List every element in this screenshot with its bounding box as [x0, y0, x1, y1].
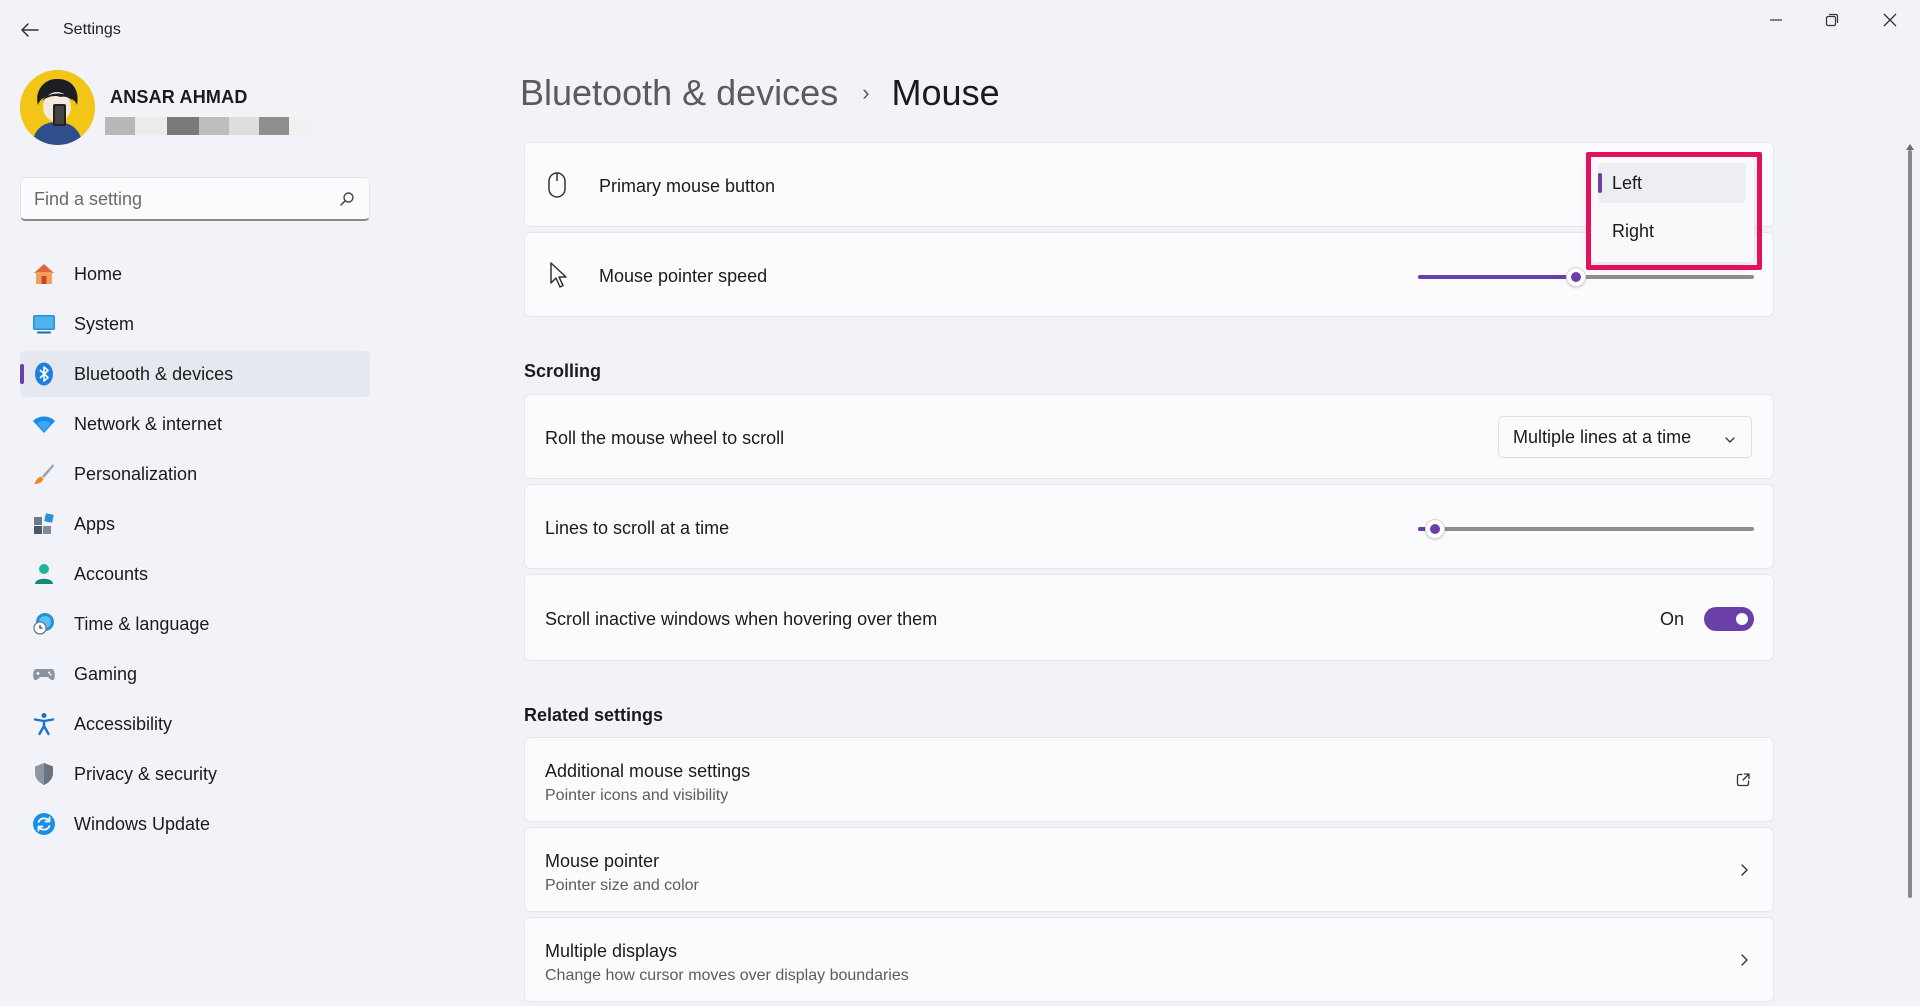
additional-mouse-settings-link[interactable]: Additional mouse settings Pointer icons … [524, 737, 1774, 822]
sidebar-item-privacy-security[interactable]: Privacy & security [20, 751, 370, 797]
sidebar-item-apps[interactable]: Apps [20, 501, 370, 547]
search-input[interactable] [34, 189, 324, 210]
sidebar-item-label: Personalization [74, 463, 198, 484]
sidebar-item-label: Network & internet [74, 413, 223, 434]
external-link-icon [1735, 772, 1751, 788]
sidebar-item-label: System [74, 313, 135, 334]
primary-mouse-button-label: Primary mouse button [599, 176, 776, 196]
annotation-highlight-box [1586, 152, 1762, 270]
sidebar-item-accounts[interactable]: Accounts [20, 551, 370, 597]
bluetooth-icon [32, 362, 56, 386]
close-button[interactable] [1862, 0, 1918, 40]
pointer-speed-label: Mouse pointer speed [599, 266, 768, 286]
sidebar-item-bluetooth-devices[interactable]: Bluetooth & devices [20, 351, 370, 397]
apps-icon [32, 512, 56, 536]
mouse-pointer-link[interactable]: Mouse pointer Pointer size and color [524, 827, 1774, 912]
back-arrow-icon[interactable] [18, 18, 42, 42]
lines-to-scroll-slider[interactable] [1418, 519, 1754, 539]
multiple-displays-link[interactable]: Multiple displays Change how cursor move… [524, 917, 1774, 1002]
window-title: Settings [63, 21, 121, 38]
search-icon[interactable] [339, 191, 355, 207]
title-bar: Settings [0, 0, 1920, 62]
slider-track [1418, 527, 1754, 531]
sidebar-item-windows-update[interactable]: Windows Update [20, 801, 370, 847]
related-item-title: Mouse pointer [545, 851, 660, 871]
toggle-knob [1736, 613, 1748, 625]
search-box[interactable] [20, 177, 370, 221]
sidebar-item-accessibility[interactable]: Accessibility [20, 701, 370, 747]
sidebar-item-label: Accounts [74, 563, 149, 584]
sidebar-item-gaming[interactable]: Gaming [20, 651, 370, 697]
breadcrumb-parent[interactable]: Bluetooth & devices [520, 72, 838, 114]
related-item-title: Multiple displays [545, 941, 678, 961]
lines-to-scroll-label: Lines to scroll at a time [545, 518, 730, 538]
chevron-right-icon [1737, 953, 1751, 967]
gamepad-icon [32, 662, 56, 686]
sidebar-item-label: Accessibility [74, 713, 173, 734]
page-title: Mouse [891, 72, 1000, 113]
accessibility-icon [32, 712, 56, 736]
chevron-down-icon [1723, 431, 1737, 445]
sidebar-item-label: Privacy & security [74, 763, 218, 784]
wifi-icon [32, 412, 56, 436]
update-icon [32, 812, 56, 836]
related-item-subtitle: Change how cursor moves over display bou… [545, 967, 909, 984]
avatar[interactable] [20, 70, 95, 145]
sidebar-item-time-language[interactable]: Time & language [20, 601, 370, 647]
sidebar-item-label: Windows Update [74, 813, 211, 834]
sidebar-item-network-internet[interactable]: Network & internet [20, 401, 370, 447]
sidebar-item-system[interactable]: System [20, 301, 370, 347]
sidebar-item-label: Apps [74, 513, 116, 534]
chevron-right-icon [1737, 863, 1751, 877]
roll-wheel-dropdown[interactable]: Multiple lines at a time [1498, 416, 1752, 458]
home-icon [32, 262, 56, 286]
paintbrush-icon [32, 462, 56, 486]
lines-to-scroll-card: Lines to scroll at a time [524, 484, 1774, 569]
breadcrumb-separator: › [862, 80, 870, 105]
accounts-icon [32, 562, 56, 586]
slider-fill [1418, 275, 1572, 279]
minimize-button[interactable] [1748, 0, 1804, 40]
slider-thumb[interactable] [1566, 267, 1586, 287]
scrolling-section-title: Scrolling [524, 361, 602, 381]
pointer-speed-slider[interactable] [1418, 267, 1754, 287]
scroll-thumb[interactable] [1908, 150, 1912, 898]
pointer-icon [549, 261, 569, 289]
roll-wheel-value: Multiple lines at a time [1513, 426, 1692, 447]
sidebar-nav: Home System Bluetooth & devices Network … [20, 251, 370, 851]
roll-wheel-card: Roll the mouse wheel to scroll Multiple … [524, 394, 1774, 479]
redacted-email [105, 117, 315, 135]
related-item-title: Additional mouse settings [545, 761, 751, 781]
restore-button[interactable] [1804, 0, 1860, 40]
scroll-up-arrow-icon[interactable] [1906, 138, 1914, 150]
sidebar-item-home[interactable]: Home [20, 251, 370, 297]
sidebar-item-personalization[interactable]: Personalization [20, 451, 370, 497]
scroll-inactive-label: Scroll inactive windows when hovering ov… [545, 609, 938, 629]
sidebar-item-label: Bluetooth & devices [74, 363, 234, 384]
mouse-icon [547, 171, 567, 199]
sidebar-item-label: Time & language [74, 613, 210, 634]
system-icon [32, 312, 56, 336]
roll-wheel-label: Roll the mouse wheel to scroll [545, 428, 785, 448]
related-item-subtitle: Pointer size and color [545, 877, 699, 894]
sidebar-item-label: Home [74, 263, 123, 284]
shield-icon [32, 762, 56, 786]
toggle-state-label: On [1660, 609, 1685, 629]
time-language-icon [32, 612, 56, 636]
breadcrumb: Bluetooth & devices › Mouse [520, 72, 1000, 114]
user-name: ANSAR AHMAD [110, 87, 248, 107]
sidebar-item-label: Gaming [74, 663, 138, 684]
slider-thumb[interactable] [1425, 519, 1445, 539]
related-item-subtitle: Pointer icons and visibility [545, 787, 729, 804]
scrollbar[interactable] [1906, 138, 1914, 898]
scroll-inactive-toggle[interactable] [1704, 607, 1754, 631]
scroll-inactive-card: Scroll inactive windows when hovering ov… [524, 574, 1774, 661]
related-settings-title: Related settings [524, 705, 664, 725]
